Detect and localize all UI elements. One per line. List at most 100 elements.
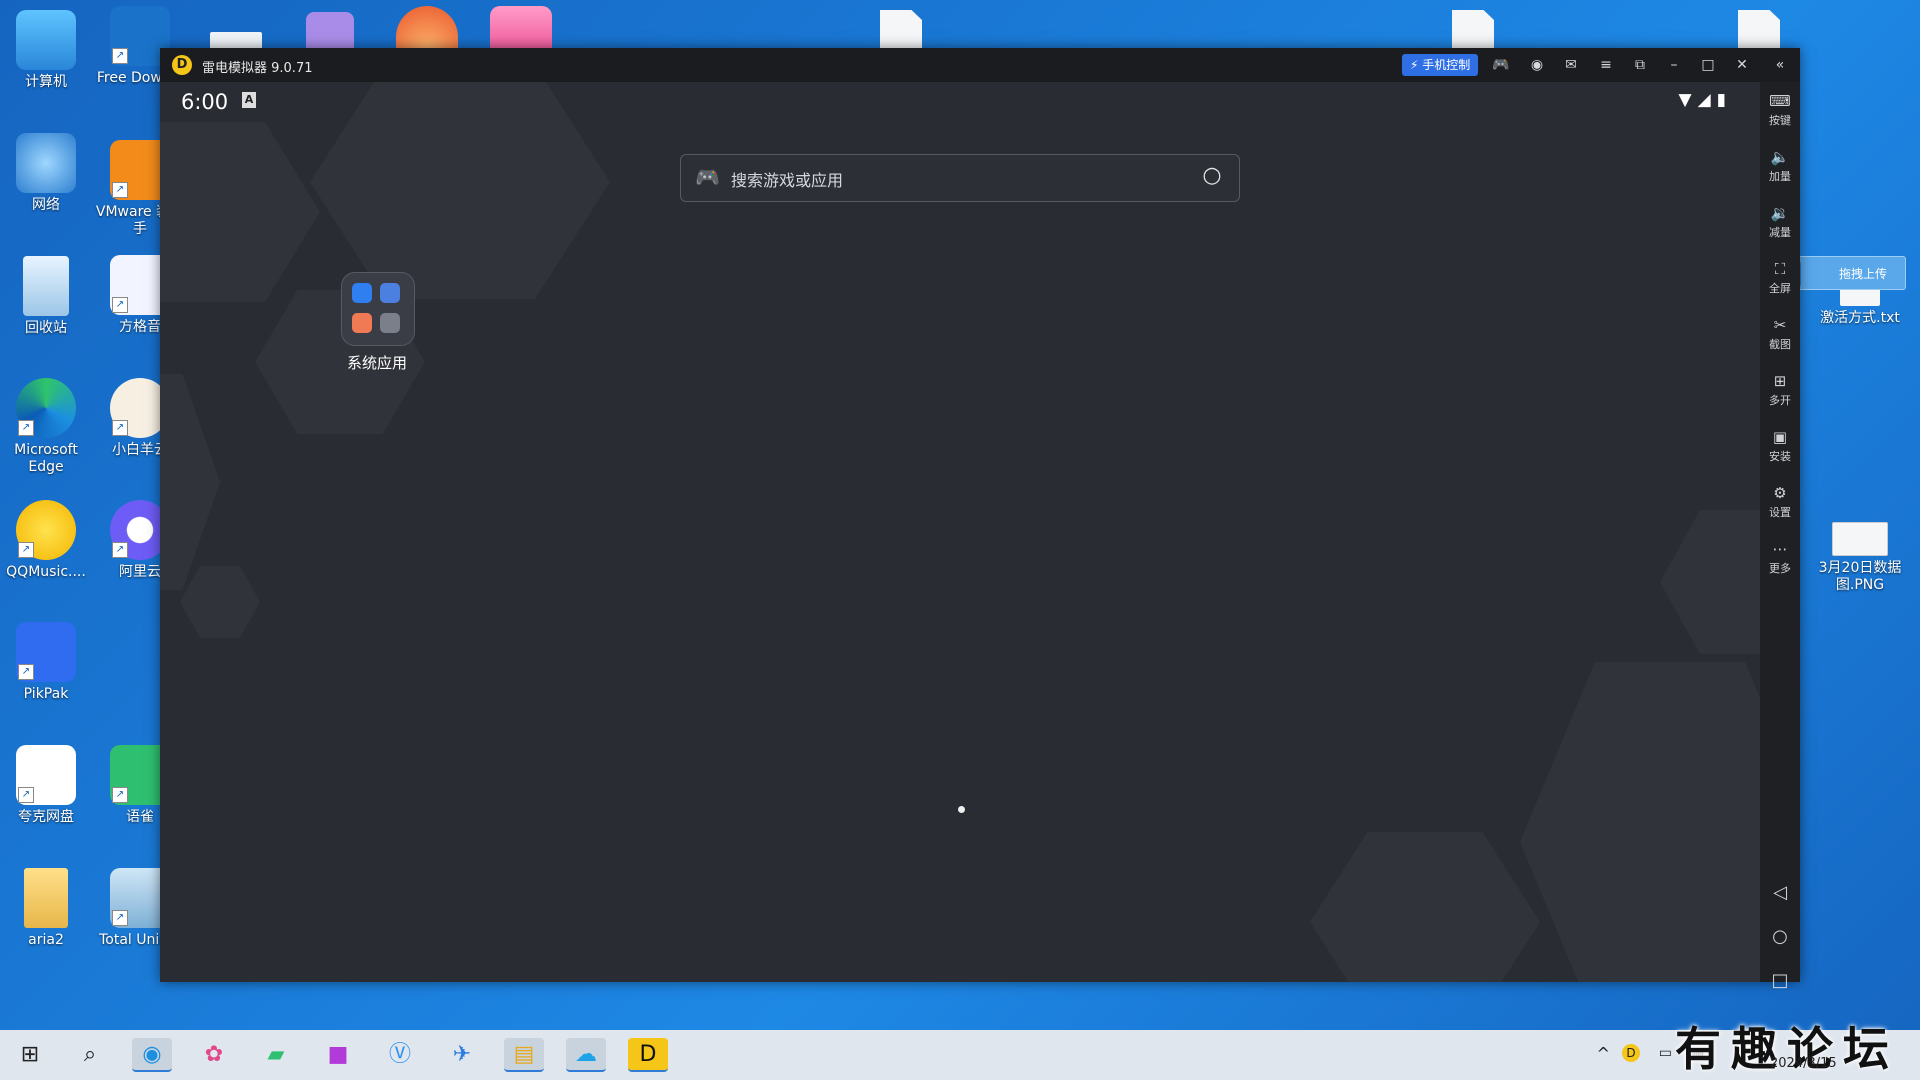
settings-icon: ⚙ <box>1773 484 1787 502</box>
browser-app-icon <box>380 283 400 303</box>
back-icon[interactable]: ◁ <box>1760 882 1800 903</box>
computer-icon <box>16 10 76 70</box>
ldplayer-taskbar-icon[interactable]: D <box>628 1038 668 1072</box>
search-icon[interactable]: ⌕ <box>70 1038 110 1072</box>
desktop-icon-aria2[interactable]: aria2 <box>0 868 92 949</box>
search-icon[interactable]: ○ <box>1199 163 1225 189</box>
system-apps-folder[interactable] <box>341 272 415 346</box>
phone-control-button[interactable]: ⚡ 手机控制 <box>1402 54 1479 76</box>
image-file-icon <box>1832 522 1888 556</box>
shortcut-arrow-icon: ↗ <box>18 787 34 803</box>
edge-icon: ↗ <box>16 378 76 438</box>
contacts-app-icon <box>380 313 400 333</box>
sidebar-item-settings[interactable]: ⚙ 设置 <box>1760 484 1800 520</box>
emulator-sidebar: ⌨ 按键 🔈 加量 🔉 减量 ⛶ 全屏 ✂ 截图 ⊞ 多开 ▣ 安装 ⚙ 设置 ⋯ 更多 ◁ ○ … <box>1760 82 1800 991</box>
menu-icon[interactable]: ≡ <box>1595 54 1617 76</box>
background-hexagon <box>1520 662 1760 982</box>
gamepad-icon[interactable]: 🎮 <box>1490 54 1512 76</box>
battery-icon: ▮ <box>1716 90 1732 110</box>
android-screen[interactable]: 6:00 A ▼◢▮ 🎮 搜索游戏或应用 ○ 系统应用 <box>160 82 1760 982</box>
shortcut-arrow-icon: ↗ <box>112 542 128 558</box>
gallery-app-icon <box>352 313 372 333</box>
sidebar-item-keys[interactable]: ⌨ 按键 <box>1760 92 1800 128</box>
multi-instance-icon: ⊞ <box>1773 372 1787 390</box>
sidebar-item-more[interactable]: ⋯ 更多 <box>1760 540 1800 576</box>
cloud-app-icon[interactable]: ☁ <box>566 1038 606 1072</box>
battery-tray-icon[interactable]: ▭ <box>1659 1045 1672 1061</box>
quark-drive-icon: ↗ <box>16 745 76 805</box>
volume-up-icon: 🔈 <box>1770 148 1790 166</box>
start-icon[interactable]: ⊞ <box>10 1038 50 1072</box>
desktop-icon-pikpak[interactable]: ↗ PikPak <box>0 622 92 703</box>
search-bar[interactable]: 🎮 搜索游戏或应用 ○ <box>680 154 1240 202</box>
home-icon[interactable]: ○ <box>1760 926 1800 947</box>
shortcut-arrow-icon: ↗ <box>112 420 128 436</box>
ldplayer-tray-icon[interactable]: D <box>1622 1044 1640 1062</box>
shortcut-arrow-icon: ↗ <box>112 787 128 803</box>
desktop-icon-recycle-bin[interactable]: 回收站 <box>0 256 92 337</box>
chevron-up-icon[interactable]: ^ <box>1597 1044 1610 1063</box>
bird-app-icon[interactable]: ✈ <box>442 1038 482 1072</box>
shortcut-arrow-icon: ↗ <box>18 542 34 558</box>
account-icon[interactable]: ◉ <box>1526 54 1548 76</box>
status-bar-time: 6:00 <box>181 90 229 114</box>
desktop-icon-network[interactable]: 网络 <box>0 133 92 214</box>
folder-icon <box>24 868 68 928</box>
app-icon-pink[interactable] <box>490 6 552 50</box>
scissors-icon: ✂ <box>1773 316 1787 334</box>
fullscreen-icon: ⛶ <box>1774 260 1786 278</box>
file-icon[interactable] <box>1452 10 1494 50</box>
ldplayer-logo-icon: D <box>172 55 192 75</box>
window-title: 雷电模拟器 9.0.71 <box>202 61 313 76</box>
file-icon[interactable] <box>1738 10 1780 50</box>
shortcut-arrow-icon: ↗ <box>112 910 128 926</box>
taskbar: ⊞ ⌕ ◉ ✿ ▰ ■ Ⓥ ✈ ▤ ☁ D ^ D ▭ ◍ <box>0 1030 1920 1080</box>
shortcut-arrow-icon: ↗ <box>112 48 128 64</box>
sidebar-item-screenshot[interactable]: ✂ 截图 <box>1760 316 1800 352</box>
minimize-icon[interactable]: – <box>1663 54 1685 76</box>
desktop-icon-data-png[interactable]: 3月20日数据图.PNG <box>1804 522 1916 594</box>
emulator-titlebar[interactable]: D 雷电模拟器 9.0.71 ⚡ 手机控制 🎮 ◉ ✉ ≡ ⧉ – □ ✕ « <box>160 48 1800 82</box>
desktop-icon-computer[interactable]: 计算机 <box>0 10 92 91</box>
signal-icon: ◢ <box>1697 90 1717 110</box>
restore-screen-icon[interactable]: ⧉ <box>1629 54 1651 76</box>
app-icon-orange[interactable] <box>396 6 458 50</box>
collapse-sidebar-icon[interactable]: « <box>1769 54 1791 76</box>
file-explorer-icon[interactable]: ▤ <box>504 1038 544 1072</box>
shortcut-arrow-icon: ↗ <box>112 297 128 313</box>
background-hexagon <box>180 566 260 638</box>
network-icon <box>16 133 76 193</box>
desktop-icon-edge[interactable]: ↗ Microsoft Edge <box>0 378 92 476</box>
edge-taskbar-icon[interactable]: ◉ <box>132 1038 172 1072</box>
jetbrains-icon[interactable]: ■ <box>318 1038 358 1072</box>
sidebar-item-fullscreen[interactable]: ⛶ 全屏 <box>1760 260 1800 296</box>
sidebar-item-multi-instance[interactable]: ⊞ 多开 <box>1760 372 1800 408</box>
sidebar-item-volume-down[interactable]: 🔉 减量 <box>1760 204 1800 240</box>
wifi-icon: ▼ <box>1678 90 1698 110</box>
desktop-icon-qqmusic[interactable]: ↗ QQMusic.... <box>0 500 92 581</box>
sidebar-item-volume-up[interactable]: 🔈 加量 <box>1760 148 1800 184</box>
system-apps-label: 系统应用 <box>346 354 407 372</box>
sidebar-item-install[interactable]: ▣ 安装 <box>1760 428 1800 464</box>
notes-app-icon[interactable]: ▰ <box>256 1038 296 1072</box>
qqmusic-icon: ↗ <box>16 500 76 560</box>
desktop-icon-quark[interactable]: ↗ 夸克网盘 <box>0 745 92 826</box>
app-icon-purple[interactable] <box>306 12 354 50</box>
close-icon[interactable]: ✕ <box>1731 54 1753 76</box>
shortcut-arrow-icon: ↗ <box>18 664 34 680</box>
v-app-icon[interactable]: Ⓥ <box>380 1038 420 1072</box>
background-hexagon <box>1660 510 1760 654</box>
more-icon: ⋯ <box>1772 540 1788 558</box>
search-placeholder: 搜索游戏或应用 <box>731 171 844 190</box>
volume-down-icon: 🔉 <box>1770 204 1790 222</box>
keyboard-indicator-icon: A <box>242 92 256 108</box>
maximize-icon[interactable]: □ <box>1697 54 1719 76</box>
file-icon[interactable] <box>880 10 922 50</box>
recents-icon[interactable]: □ <box>1760 970 1800 991</box>
background-hexagon <box>1310 832 1540 982</box>
fan-app-icon[interactable]: ✿ <box>194 1038 234 1072</box>
apk-install-icon: ▣ <box>1772 428 1788 446</box>
page-indicator-dot <box>958 806 965 813</box>
keyboard-icon: ⌨ <box>1769 92 1791 110</box>
mail-icon[interactable]: ✉ <box>1560 54 1582 76</box>
